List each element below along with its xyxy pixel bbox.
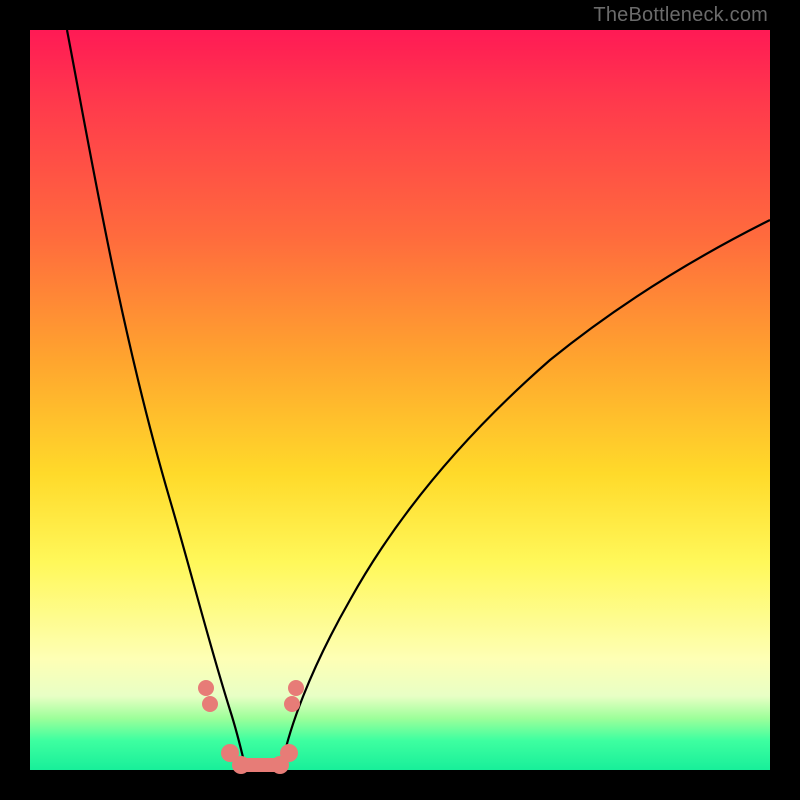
chart-frame: TheBottleneck.com bbox=[0, 0, 800, 800]
marker-dot bbox=[232, 756, 250, 774]
curve-layer bbox=[30, 30, 770, 770]
left-curve bbox=[67, 30, 246, 770]
marker-dot bbox=[284, 696, 300, 712]
marker-dot bbox=[280, 744, 298, 762]
marker-dot bbox=[288, 680, 304, 696]
right-curve bbox=[281, 220, 770, 770]
watermark-text: TheBottleneck.com bbox=[593, 4, 768, 27]
marker-dot bbox=[202, 696, 218, 712]
plot-area bbox=[30, 30, 770, 770]
marker-dot bbox=[198, 680, 214, 696]
